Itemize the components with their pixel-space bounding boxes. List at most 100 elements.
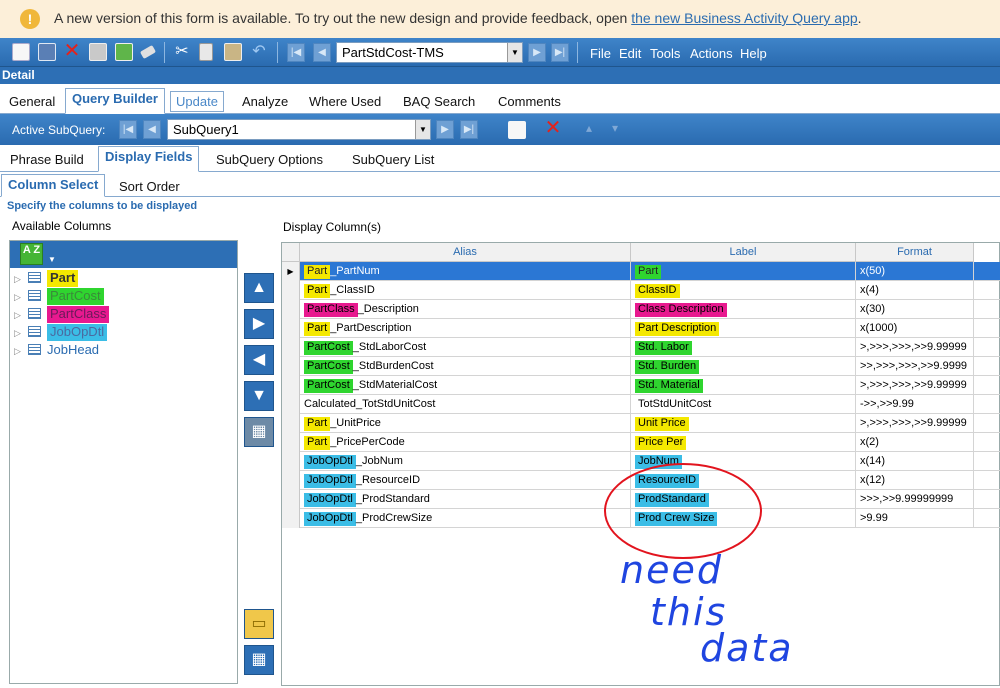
attach-icon[interactable] bbox=[89, 43, 107, 61]
delete-icon[interactable]: ✕ bbox=[63, 41, 81, 61]
format-cell[interactable]: x(12) bbox=[856, 471, 974, 490]
alias-column-header[interactable]: Alias bbox=[300, 243, 631, 262]
prev-subquery-icon[interactable]: ◀ bbox=[143, 120, 161, 139]
expand-icon[interactable]: ▷ bbox=[14, 342, 24, 360]
tab-subquery-list[interactable]: SubQuery List bbox=[352, 152, 434, 167]
expand-icon[interactable]: ▷ bbox=[14, 324, 24, 342]
tab-sort-order[interactable]: Sort Order bbox=[119, 179, 180, 194]
remove-column-button[interactable]: ◀ bbox=[244, 345, 274, 375]
tree-item-jobhead[interactable]: ▷ JobHead bbox=[14, 341, 99, 359]
tab-display-fields[interactable]: Display Fields bbox=[98, 146, 200, 172]
move-up-button[interactable]: ▲ bbox=[244, 273, 274, 303]
tab-query-builder[interactable]: Query Builder bbox=[65, 88, 165, 114]
last-record-icon[interactable]: ▶| bbox=[551, 43, 569, 62]
tab-update[interactable]: Update bbox=[170, 91, 224, 112]
alias-cell[interactable]: Part _PartNum bbox=[300, 262, 631, 281]
sort-dropdown-icon[interactable]: ▼ bbox=[48, 255, 56, 264]
label-cell[interactable]: Part bbox=[631, 262, 856, 281]
row-selector[interactable] bbox=[282, 300, 300, 319]
chevron-down-icon[interactable]: ▼ bbox=[507, 43, 522, 62]
tab-comments[interactable]: Comments bbox=[498, 94, 561, 109]
delete-subquery-icon[interactable]: ✕ bbox=[544, 118, 562, 138]
format-cell[interactable]: >,>>>,>>>,>>9.99999 bbox=[856, 338, 974, 357]
label-cell[interactable]: Unit Price bbox=[631, 414, 856, 433]
format-cell[interactable]: >,>>>,>>>,>>9.99999 bbox=[856, 414, 974, 433]
row-selector[interactable] bbox=[282, 338, 300, 357]
format-cell[interactable]: x(30) bbox=[856, 300, 974, 319]
next-subquery-icon[interactable]: ▶ bbox=[436, 120, 454, 139]
alias-cell[interactable]: PartClass _Description bbox=[300, 300, 631, 319]
alias-cell[interactable]: Part _ClassID bbox=[300, 281, 631, 300]
row-selector[interactable] bbox=[282, 433, 300, 452]
subquery-combo[interactable]: SubQuery1 ▼ bbox=[167, 119, 431, 140]
calendar-grid-icon[interactable]: ▦ bbox=[244, 645, 274, 675]
tree-item-partclass[interactable]: ▷ PartClass bbox=[14, 305, 110, 324]
menu-actions[interactable]: Actions bbox=[690, 46, 733, 61]
expand-icon[interactable]: ▷ bbox=[14, 288, 24, 306]
chevron-down-icon[interactable]: ▼ bbox=[415, 120, 430, 139]
label-cell[interactable]: TotStdUnitCost bbox=[631, 395, 856, 414]
alias-cell[interactable]: Part _PricePerCode bbox=[300, 433, 631, 452]
table-row[interactable]: PartCost _StdBurdenCost Std. Burden >>,>>>,… bbox=[282, 357, 1000, 376]
format-cell[interactable]: >,>>>,>>>,>>9.99999 bbox=[856, 376, 974, 395]
row-selector[interactable]: ▶ bbox=[282, 262, 300, 281]
new-icon[interactable] bbox=[12, 43, 30, 61]
add-column-button[interactable]: ▶ bbox=[244, 309, 274, 339]
table-row[interactable]: PartCost _StdLaborCost Std. Labor >,>>>,>>>… bbox=[282, 338, 1000, 357]
row-selector[interactable] bbox=[282, 319, 300, 338]
table-row[interactable]: Part _ClassID ClassID x(4) bbox=[282, 281, 1000, 300]
record-combo[interactable]: PartStdCost-TMS ▼ bbox=[336, 42, 523, 63]
alias-cell[interactable]: Calculated_TotStdUnitCost bbox=[300, 395, 631, 414]
menu-edit[interactable]: Edit bbox=[619, 46, 641, 61]
table-row[interactable]: Part _PricePerCode Price Per x(2) bbox=[282, 433, 1000, 452]
table-row[interactable]: JobOpDtl _JobNum JobNum x(14) bbox=[282, 452, 1000, 471]
label-cell[interactable]: ClassID bbox=[631, 281, 856, 300]
row-selector[interactable] bbox=[282, 281, 300, 300]
alias-cell[interactable]: Part _UnitPrice bbox=[300, 414, 631, 433]
format-cell[interactable]: >>>,>>9.99999999 bbox=[856, 490, 974, 509]
row-selector[interactable] bbox=[282, 395, 300, 414]
format-column-header[interactable]: Format bbox=[856, 243, 974, 262]
alias-cell[interactable]: PartCost _StdBurdenCost bbox=[300, 357, 631, 376]
label-cell[interactable]: Class Description bbox=[631, 300, 856, 319]
label-column-header[interactable]: Label bbox=[631, 243, 856, 262]
paste-icon[interactable] bbox=[224, 43, 242, 61]
row-selector[interactable] bbox=[282, 471, 300, 490]
alias-cell[interactable]: JobOpDtl _ProdStandard bbox=[300, 490, 631, 509]
row-selector[interactable] bbox=[282, 414, 300, 433]
alias-cell[interactable]: JobOpDtl _ProdCrewSize bbox=[300, 509, 631, 528]
format-cell[interactable]: ->>,>>9.99 bbox=[856, 395, 974, 414]
label-cell[interactable]: Price Per bbox=[631, 433, 856, 452]
tree-item-jobopdtl[interactable]: ▷ JobOpDtl bbox=[14, 323, 108, 342]
format-cell[interactable]: >9.99 bbox=[856, 509, 974, 528]
menu-help[interactable]: Help bbox=[740, 46, 767, 61]
table-row[interactable]: Part _UnitPrice Unit Price >,>>>,>>>,>>9.99… bbox=[282, 414, 1000, 433]
label-cell[interactable]: Std. Material bbox=[631, 376, 856, 395]
prev-record-icon[interactable]: ◀ bbox=[313, 43, 331, 62]
eraser-icon[interactable] bbox=[139, 45, 157, 59]
tab-where-used[interactable]: Where Used bbox=[309, 94, 381, 109]
label-cell[interactable]: Std. Labor bbox=[631, 338, 856, 357]
move-down-button[interactable]: ▼ bbox=[244, 381, 274, 411]
last-subquery-icon[interactable]: ▶| bbox=[460, 120, 478, 139]
move-up-icon[interactable]: ▴ bbox=[580, 121, 598, 139]
format-cell[interactable]: x(50) bbox=[856, 262, 974, 281]
alias-cell[interactable]: JobOpDtl _JobNum bbox=[300, 452, 631, 471]
row-selector[interactable] bbox=[282, 490, 300, 509]
table-row[interactable]: ▶ Part _PartNum Part x(50) bbox=[282, 262, 1000, 281]
next-record-icon[interactable]: ▶ bbox=[528, 43, 546, 62]
tab-column-select[interactable]: Column Select bbox=[1, 174, 106, 197]
row-selector[interactable] bbox=[282, 452, 300, 471]
format-cell[interactable]: >>,>>>,>>>,>>9.9999 bbox=[856, 357, 974, 376]
table-row[interactable]: Part _PartDescription Part Description x(10… bbox=[282, 319, 1000, 338]
move-down-icon[interactable]: ▾ bbox=[606, 121, 624, 139]
format-cell[interactable]: x(14) bbox=[856, 452, 974, 471]
table-row[interactable]: PartClass _Description Class Description x(… bbox=[282, 300, 1000, 319]
row-selector[interactable] bbox=[282, 376, 300, 395]
tab-analyze[interactable]: Analyze bbox=[242, 94, 288, 109]
alias-cell[interactable]: PartCost _StdLaborCost bbox=[300, 338, 631, 357]
expand-icon[interactable]: ▷ bbox=[14, 306, 24, 324]
new-subquery-icon[interactable] bbox=[508, 121, 526, 139]
label-cell[interactable]: Part Description bbox=[631, 319, 856, 338]
tree-item-part[interactable]: ▷ Part bbox=[14, 269, 79, 287]
